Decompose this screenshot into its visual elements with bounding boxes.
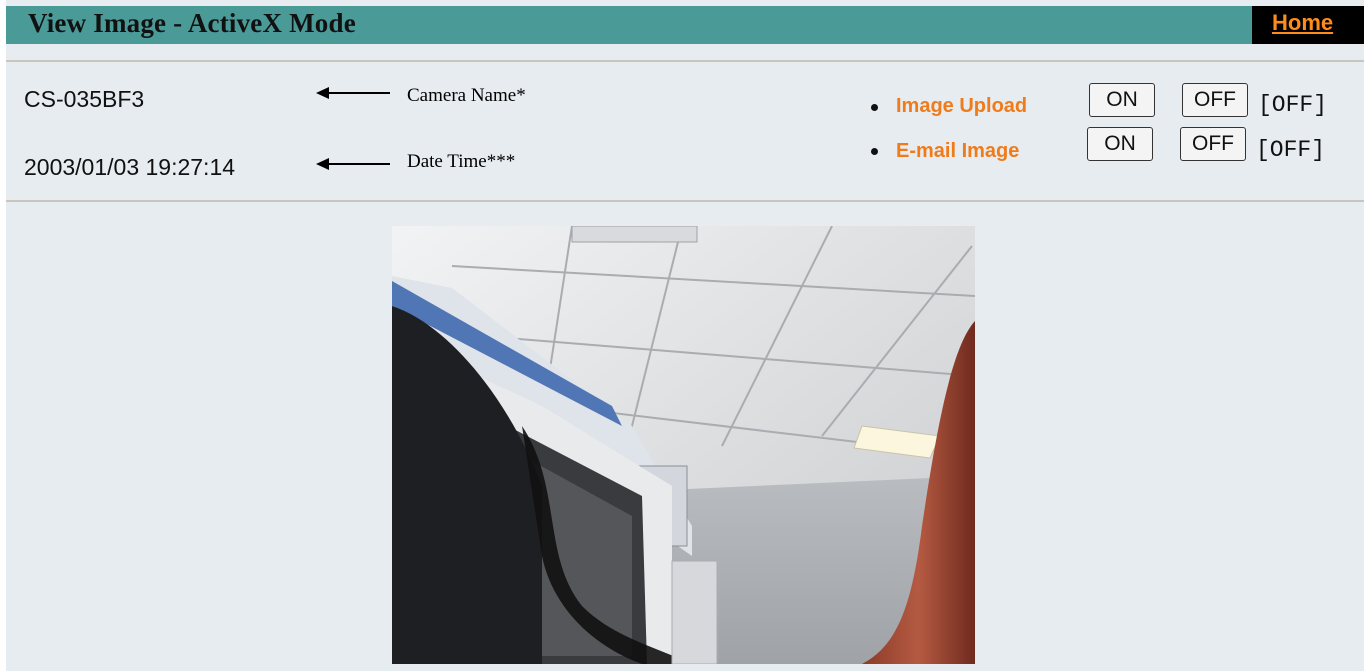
date-time-annotation: Date Time***: [407, 151, 516, 172]
home-link[interactable]: Home: [1272, 10, 1333, 36]
camera-name: CS-035BF3: [24, 86, 145, 112]
camera-view-image: [392, 226, 975, 664]
email-image-link[interactable]: E-mail Image: [896, 140, 1019, 163]
image-upload-on-button[interactable]: ON: [1089, 83, 1155, 117]
email-image-state: [OFF]: [1256, 137, 1326, 163]
page-title: View Image - ActiveX Mode: [28, 8, 356, 38]
title-bar: View Image - ActiveX Mode Home: [6, 6, 1364, 44]
camera-name-annotation: Camera Name*: [407, 85, 526, 106]
email-image-on-button[interactable]: ON: [1087, 127, 1153, 161]
image-upload-state: [OFF]: [1258, 92, 1328, 118]
divider-top: [6, 60, 1364, 62]
image-upload-link[interactable]: Image Upload: [896, 95, 1027, 118]
image-upload-off-button[interactable]: OFF: [1182, 83, 1248, 117]
divider-bottom: [6, 200, 1364, 202]
arrow-left-icon: [316, 158, 390, 170]
email-image-off-button[interactable]: OFF: [1180, 127, 1246, 161]
bullet-icon: [871, 104, 878, 111]
bullet-icon: [871, 148, 878, 155]
home-box: Home: [1252, 6, 1364, 44]
date-time: 2003/01/03 19:27:14: [24, 154, 236, 180]
arrow-left-icon: [316, 87, 390, 99]
